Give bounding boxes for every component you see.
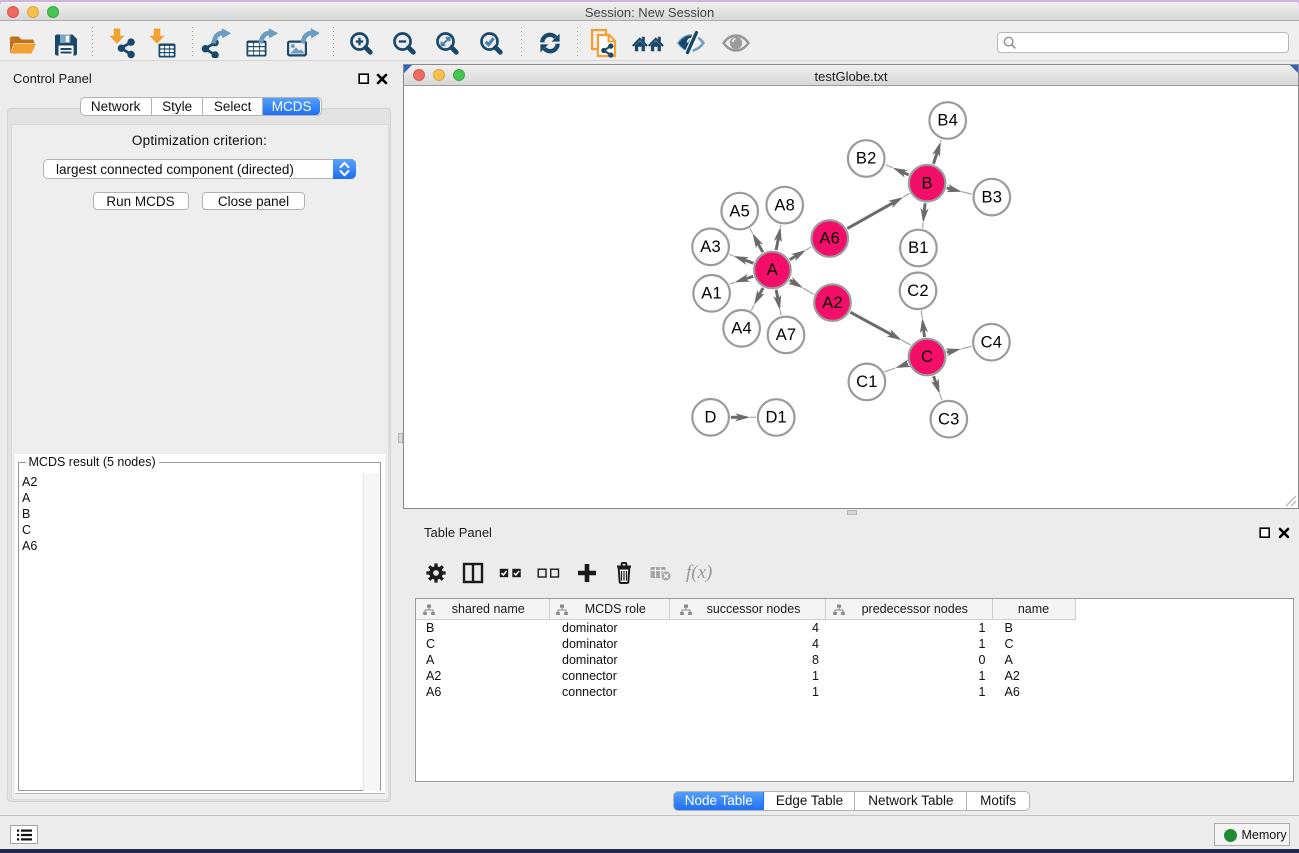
svg-text:B3: B3 [982,188,1003,206]
svg-text:A4: A4 [731,319,752,337]
svg-text:C: C [921,348,933,366]
svg-text:D: D [705,408,717,426]
svg-text:D1: D1 [765,408,787,426]
svg-text:B: B [921,174,932,192]
svg-text:C3: C3 [938,410,960,428]
svg-text:A8: A8 [774,196,795,214]
svg-text:A6: A6 [819,229,840,247]
svg-text:C2: C2 [907,282,929,300]
svg-text:B2: B2 [856,149,877,167]
svg-text:C1: C1 [856,373,878,391]
svg-text:A3: A3 [700,238,721,256]
svg-text:A1: A1 [701,284,722,302]
svg-text:C4: C4 [981,333,1003,351]
svg-text:B1: B1 [908,239,929,257]
svg-text:B4: B4 [937,111,958,129]
svg-text:A2: A2 [822,293,843,311]
svg-text:A: A [767,261,778,279]
svg-text:A7: A7 [776,326,797,344]
svg-text:A5: A5 [729,202,750,220]
